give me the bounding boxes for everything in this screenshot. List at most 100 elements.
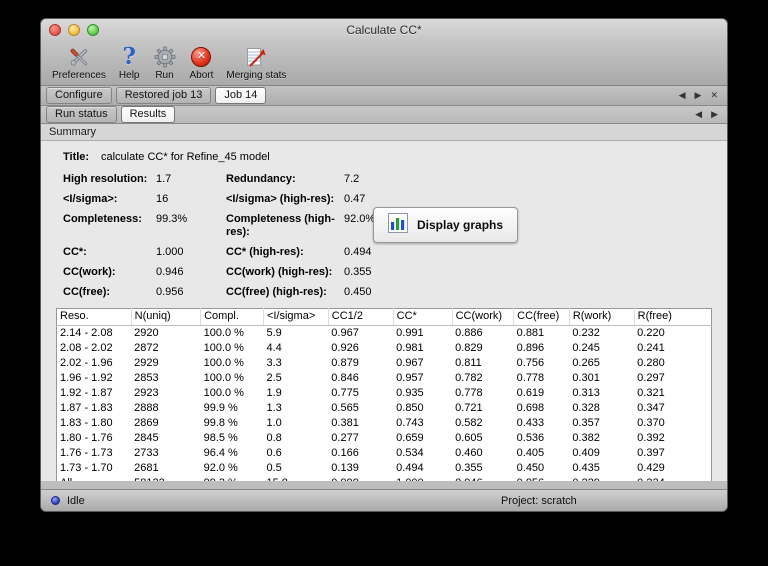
cell-reso: 2.14 - 2.08: [60, 327, 113, 339]
abort-label: Abort: [189, 70, 214, 81]
tab-restored-job-13[interactable]: Restored job 13: [115, 87, 212, 104]
tab-next-icon[interactable]: ▶: [711, 110, 718, 119]
preferences-label: Preferences: [52, 70, 106, 81]
result-tab-bar: Run status Results ◀ ▶: [41, 106, 727, 124]
summary-value: 1.7: [156, 173, 172, 185]
table-row[interactable]: 1.73 - 1.70 2681 92.0 % 0.5 0.139 0.494 …: [57, 461, 712, 476]
tab-prev-icon[interactable]: ◀: [679, 91, 686, 100]
toolbar: Preferences ? Help Run ✕ Abort Merging s…: [41, 41, 727, 86]
cell-r-free: 0.397: [637, 447, 665, 459]
minimize-window-button[interactable]: [68, 24, 80, 36]
help-label: Help: [118, 70, 140, 81]
cell-cc-free: 0.619: [516, 387, 545, 399]
abort-red-x-icon: [191, 43, 212, 70]
table-row[interactable]: 2.02 - 1.96 2929 100.0 % 3.3 0.879 0.967…: [57, 356, 712, 371]
table-row[interactable]: 1.83 - 1.80 2869 99.8 % 1.0 0.381 0.743 …: [57, 416, 712, 431]
cell-isigma: 0.8: [266, 432, 282, 444]
tab-next-icon[interactable]: ▶: [695, 91, 702, 100]
table-row[interactable]: 1.92 - 1.87 2923 100.0 % 1.9 0.775 0.935…: [57, 386, 712, 401]
cell-cc-work: 0.355: [455, 462, 483, 474]
table-row[interactable]: 2.14 - 2.08 2920 100.0 % 5.9 0.967 0.991…: [57, 326, 712, 342]
cell-reso: 1.76 - 1.73: [60, 447, 113, 459]
cell-nuniq: 2920: [134, 327, 159, 339]
cell-isigma: 0.5: [266, 462, 282, 474]
cell-r-work: 0.265: [572, 357, 600, 369]
table-row[interactable]: 1.96 - 1.92 2853 100.0 % 2.5 0.846 0.957…: [57, 371, 712, 386]
cell-cc-free: 0.536: [516, 432, 545, 444]
table-header-row: Reso. N(uniq) Compl. <I/sigma> CC1/2 CC* CC(wo…: [56, 308, 712, 326]
run-button[interactable]: Run: [148, 43, 182, 81]
tab-configure[interactable]: Configure: [46, 87, 112, 104]
tab-job-14[interactable]: Job 14: [215, 87, 267, 104]
cell-isigma: 15.8: [263, 476, 328, 481]
cell-compl: 100.0 %: [203, 357, 244, 369]
cell-cc-work: 0.582: [455, 417, 483, 429]
column-header[interactable]: CC(work): [452, 308, 515, 326]
summary-value: 0.47: [344, 193, 366, 205]
close-window-button[interactable]: [49, 24, 61, 36]
cell-nuniq: 2888: [134, 402, 159, 414]
cell-r-free: 0.347: [637, 402, 665, 414]
table-row[interactable]: 1.76 - 1.73 2733 96.4 % 0.6 0.166 0.534 …: [57, 446, 712, 461]
cell-cc-work: 0.946: [452, 476, 514, 481]
column-header[interactable]: R(free): [634, 308, 712, 326]
desktop-background: Calculate CC* Preferences ? Help Run ✕ A…: [0, 0, 768, 566]
column-header[interactable]: Reso.: [56, 308, 132, 326]
resolution-stats-table[interactable]: Reso. N(uniq) Compl. <I/sigma> CC1/2 CC* CC(wo…: [56, 308, 712, 481]
column-header[interactable]: CC(free): [513, 308, 570, 326]
cell-nuniq: 2845: [134, 432, 159, 444]
cell-r-free: 0.370: [637, 417, 665, 429]
cell-cc-free: 0.956: [514, 476, 570, 481]
column-header[interactable]: <I/sigma>: [263, 308, 329, 326]
cell-cc-half: 0.775: [331, 387, 359, 399]
table-row[interactable]: All 58122 99.3 % 15.8 0.999 1.000 0.946 …: [57, 476, 712, 481]
table-row[interactable]: 1.87 - 1.83 2888 99.9 % 1.3 0.565 0.850 …: [57, 401, 712, 416]
tab-prev-icon[interactable]: ◀: [695, 110, 702, 119]
tab-results[interactable]: Results: [120, 106, 176, 123]
cell-reso: 1.87 - 1.83: [60, 402, 113, 414]
cell-cc-half: 0.565: [331, 402, 359, 414]
run-gear-icon: [153, 43, 177, 70]
cell-cc-work: 0.721: [455, 402, 483, 414]
cell-cc-half: 0.846: [331, 372, 359, 384]
summary-value: 0.946: [156, 266, 184, 278]
cell-r-work: 0.409: [572, 447, 600, 459]
cell-r-free: 0.321: [637, 387, 665, 399]
column-header[interactable]: CC1/2: [328, 308, 394, 326]
table-row[interactable]: 1.80 - 1.76 2845 98.5 % 0.8 0.277 0.659 …: [57, 431, 712, 446]
column-header[interactable]: R(work): [569, 308, 635, 326]
cell-r-work: 0.245: [572, 342, 600, 354]
help-button[interactable]: ? Help: [114, 43, 145, 81]
display-graphs-button[interactable]: Display graphs: [373, 207, 519, 243]
summary-label: CC(work):: [63, 266, 116, 278]
tab-close-icon[interactable]: ✕: [710, 91, 718, 100]
summary-value: 1.000: [156, 246, 184, 258]
summary-value: 0.355: [344, 266, 372, 278]
cell-cc-star: 0.494: [396, 462, 424, 474]
display-graphs-label: Display graphs: [417, 217, 504, 232]
cell-cc-half: 0.999: [328, 476, 393, 481]
preferences-button[interactable]: Preferences: [47, 43, 111, 81]
cell-cc-half: 0.139: [331, 462, 359, 474]
cell-nuniq: 2853: [134, 372, 159, 384]
cell-cc-half: 0.277: [331, 432, 359, 444]
cell-r-work: 0.357: [572, 417, 600, 429]
summary-value: 0.956: [156, 286, 184, 298]
cell-cc-free: 0.405: [516, 447, 545, 459]
summary-value: 99.3%: [156, 213, 188, 225]
cell-cc-free: 0.698: [516, 402, 545, 414]
cell-reso: 1.80 - 1.76: [60, 432, 113, 444]
summary-value: 16: [156, 193, 169, 205]
merging-stats-button[interactable]: Merging stats: [221, 43, 291, 81]
column-header[interactable]: CC*: [393, 308, 453, 326]
table-row[interactable]: 2.08 - 2.02 2872 100.0 % 4.4 0.926 0.981…: [57, 341, 712, 356]
zoom-window-button[interactable]: [87, 24, 99, 36]
column-header[interactable]: Compl.: [200, 308, 264, 326]
cell-isigma: 3.3: [266, 357, 282, 369]
column-header[interactable]: N(uniq): [131, 308, 202, 326]
cell-cc-work: 0.811: [455, 357, 482, 369]
cell-cc-free: 0.778: [516, 372, 545, 384]
tab-run-status[interactable]: Run status: [46, 106, 117, 123]
titlebar[interactable]: Calculate CC*: [41, 19, 727, 41]
abort-button[interactable]: Abort: [185, 43, 219, 81]
